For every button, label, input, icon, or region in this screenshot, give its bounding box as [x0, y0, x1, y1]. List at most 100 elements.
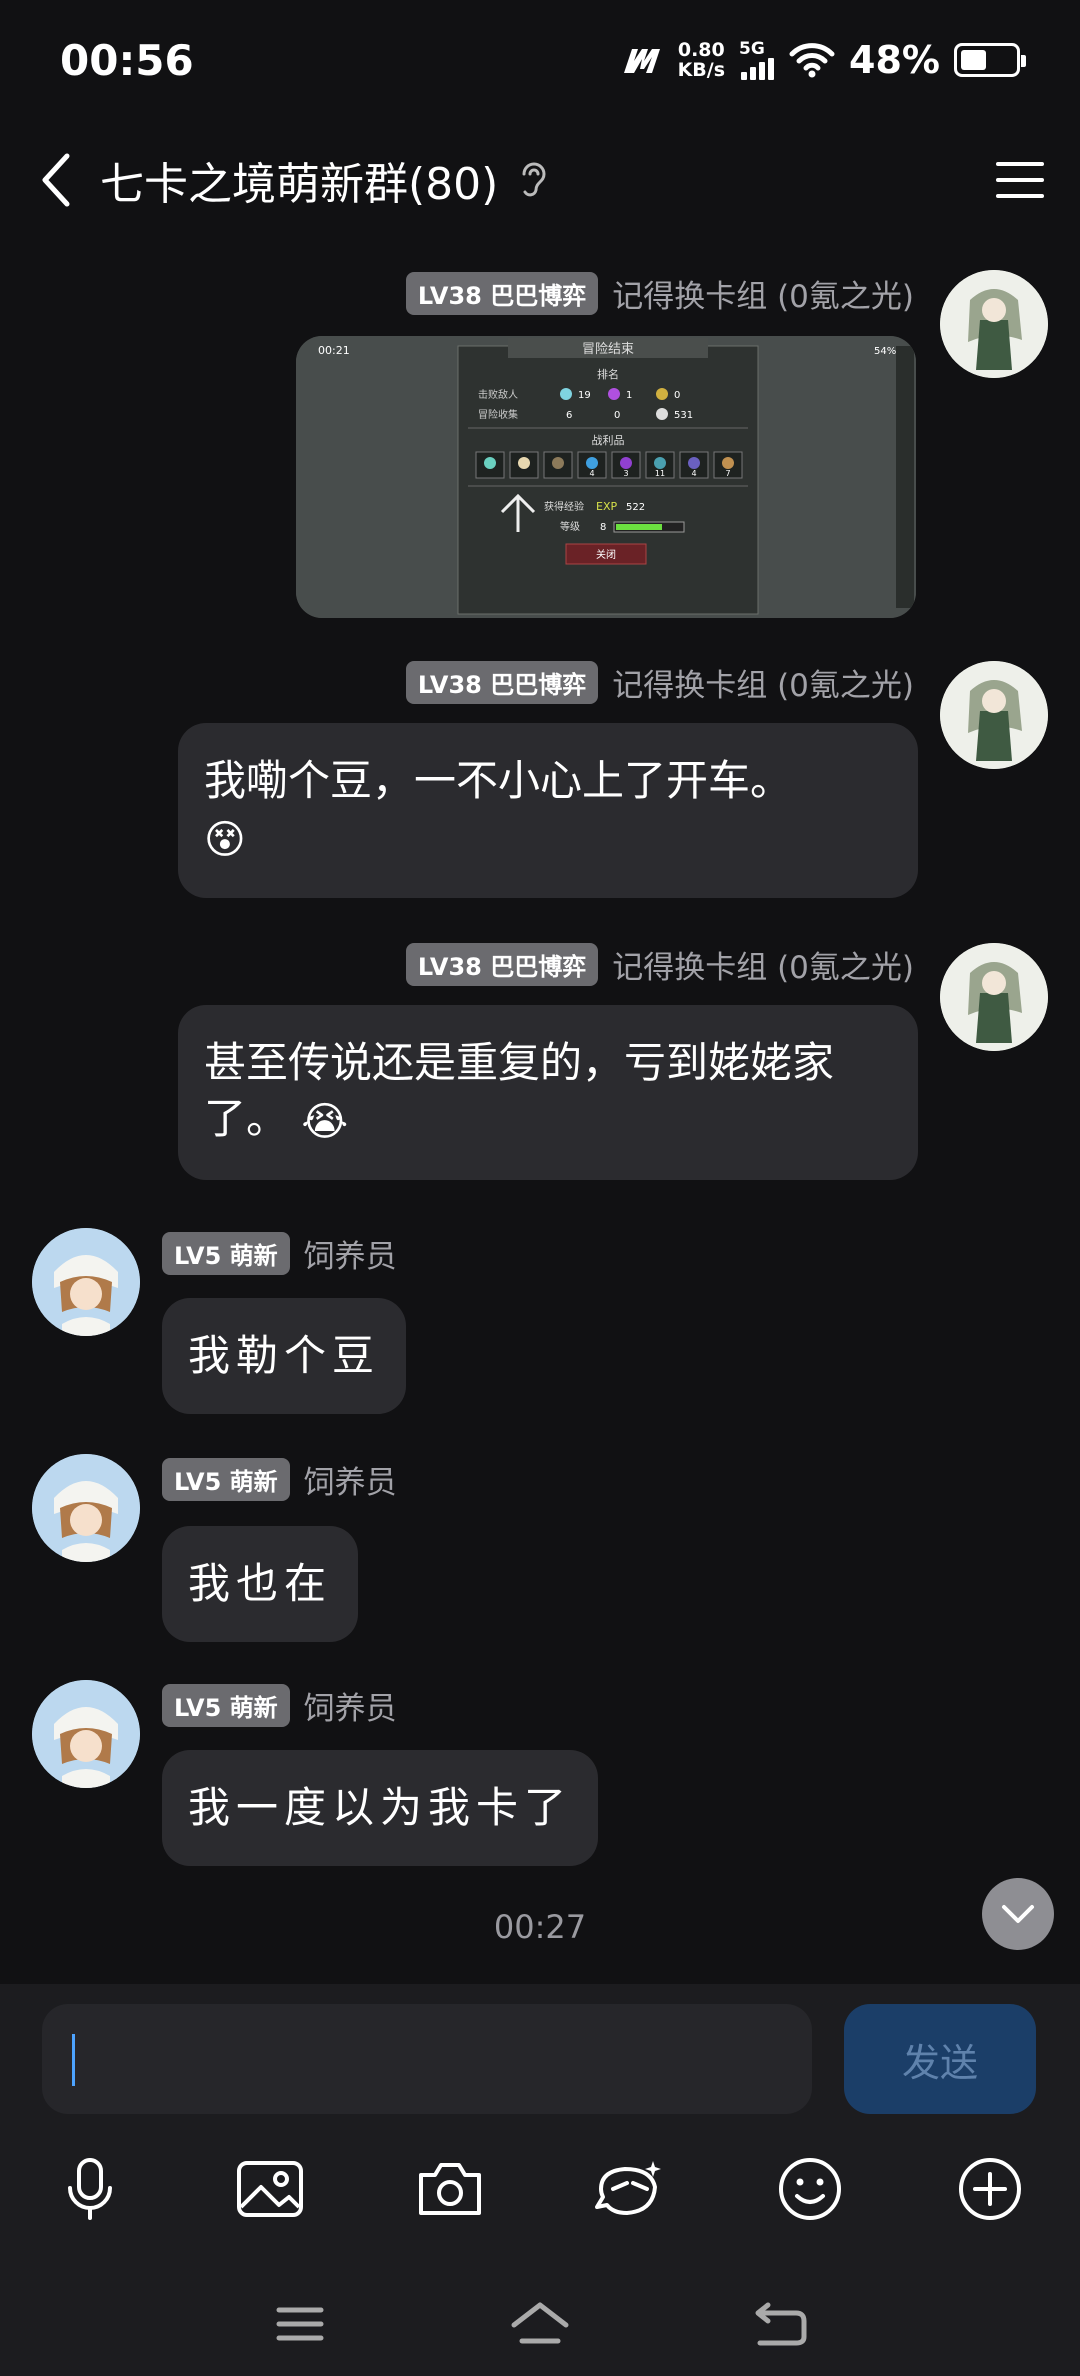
system-navbar	[0, 2274, 1080, 2374]
battery-fill	[961, 50, 986, 70]
sender-name[interactable]: 记得换卡组 (0氪之光)	[612, 660, 914, 705]
chat-title[interactable]: 七卡之境萌新群(80)	[100, 148, 498, 212]
back-icon[interactable]	[745, 2294, 815, 2354]
svg-text:获得经验: 获得经验	[544, 500, 584, 513]
message-bubble[interactable]: 我嘞个豆，一不小心上了开车。 😵	[178, 723, 918, 898]
scroll-to-bottom-button[interactable]	[982, 1878, 1054, 1950]
dizzy-face-icon: 😵	[204, 816, 246, 863]
chevron-left-icon	[42, 153, 70, 207]
img-loot-label: 战利品	[592, 434, 625, 447]
avatar[interactable]	[32, 1454, 140, 1562]
carrier-logo-icon	[623, 49, 660, 73]
avatar[interactable]	[32, 1228, 140, 1336]
message-bubble[interactable]: 我也在	[162, 1526, 359, 1642]
img-collect-label: 冒险收集	[478, 408, 518, 421]
message-text: 我勒个豆	[188, 1331, 381, 1380]
img-time: 00:21	[318, 344, 350, 357]
loot-item-icon	[620, 457, 632, 469]
network-type: 5G	[739, 38, 765, 59]
sender-name[interactable]: 饲养员	[304, 1231, 397, 1276]
battery-icon	[954, 43, 1026, 77]
composer: 发送	[0, 1984, 1080, 2376]
loot-item-icon	[586, 457, 598, 469]
svg-text:6: 6	[566, 410, 572, 421]
message-bubble[interactable]: 甚至传说还是重复的，亏到姥姥家了。 😭	[178, 1005, 918, 1180]
svg-text:EXP: EXP	[596, 500, 617, 513]
text-caret	[72, 2034, 75, 2086]
image-icon[interactable]	[225, 2144, 315, 2234]
img-kill-label: 击败敌人	[478, 388, 518, 401]
message-list[interactable]: LV38 巴巴博弈 记得换卡组 (0氪之光) 00:21 54% 冒险结束 排名	[0, 260, 1080, 1980]
screenshot-image[interactable]: 00:21 54% 冒险结束 排名 击败敌人 冒险收集 19 1 0 6 0 5…	[296, 336, 916, 618]
microphone-icon[interactable]	[45, 2144, 135, 2234]
svg-text:1: 1	[626, 390, 632, 401]
loot-count: 11	[655, 469, 665, 478]
level-badge: LV38 巴巴博弈	[405, 942, 599, 986]
avatar[interactable]	[940, 943, 1048, 1051]
message-input[interactable]	[42, 2004, 812, 2114]
svg-text:522: 522	[626, 502, 645, 513]
group-menu-button[interactable]	[990, 150, 1050, 210]
svg-text:531: 531	[674, 410, 693, 421]
message-meta: LV38 巴巴博弈 记得换卡组 (0氪之光)	[405, 271, 914, 316]
level-badge: LV38 巴巴博弈	[405, 271, 599, 315]
menu-icon[interactable]	[265, 2294, 335, 2354]
img-battery: 54%	[874, 346, 896, 357]
level-badge: LV38 巴巴博弈	[405, 660, 599, 704]
message-meta: LV5 萌新 饲养员	[162, 1231, 397, 1276]
level-badge: LV5 萌新	[162, 1231, 290, 1275]
timestamp: 00:27	[493, 1908, 587, 1946]
sender-name[interactable]: 饲养员	[304, 1683, 397, 1728]
send-button[interactable]: 发送	[844, 2004, 1036, 2114]
avatar[interactable]	[940, 270, 1048, 378]
img-rank-label: 排名	[597, 367, 619, 381]
message-bubble[interactable]: 我一度以为我卡了	[162, 1750, 599, 1866]
level-badge: LV5 萌新	[162, 1457, 290, 1501]
message-bubble[interactable]: 我勒个豆	[162, 1298, 407, 1414]
sticker-icon[interactable]	[585, 2144, 675, 2234]
message-text: 我也在	[188, 1559, 333, 1608]
composer-toolbar	[0, 2144, 1080, 2254]
svg-text:关闭: 关闭	[596, 548, 616, 561]
emoji-icon[interactable]	[765, 2144, 855, 2234]
chat-header: 七卡之境萌新群(80)	[0, 130, 1080, 230]
avatar[interactable]	[940, 661, 1048, 769]
message-meta: LV38 巴巴博弈 记得换卡组 (0氪之光)	[405, 942, 914, 987]
message-text: 我嘞个豆，一不小心上了开车。	[204, 756, 793, 805]
camera-icon[interactable]	[405, 2144, 495, 2234]
img-title: 冒险结束	[582, 342, 634, 357]
back-button[interactable]	[30, 150, 80, 210]
svg-text:0: 0	[614, 410, 620, 421]
message-text: 我一度以为我卡了	[188, 1783, 573, 1832]
signal-icon: 5G	[739, 38, 775, 80]
message-text: 甚至传说还是重复的，亏到姥姥家了。	[204, 1038, 835, 1143]
message-meta: LV38 巴巴博弈 记得换卡组 (0氪之光)	[405, 660, 914, 705]
sender-name[interactable]: 饲养员	[304, 1457, 397, 1502]
loot-count: 7	[725, 469, 730, 478]
loot-count: 4	[589, 469, 594, 478]
crying-face-icon: 😭	[301, 1098, 349, 1145]
svg-text:19: 19	[578, 390, 591, 401]
wifi-icon	[789, 43, 835, 78]
status-indicators: 0.80 KB/s 5G 48%	[620, 38, 1026, 82]
svg-text:0: 0	[674, 390, 680, 401]
plus-icon[interactable]	[945, 2144, 1035, 2234]
svg-text:等级: 等级	[560, 520, 580, 533]
chevron-down-icon	[1002, 1905, 1034, 1923]
avatar[interactable]	[32, 1680, 140, 1788]
ear-icon[interactable]	[516, 158, 550, 202]
status-bar: 00:56 0.80 KB/s 5G 48%	[0, 0, 1080, 120]
sender-name[interactable]: 记得换卡组 (0氪之光)	[612, 942, 914, 987]
home-icon[interactable]	[505, 2294, 575, 2354]
network-speed: 0.80 KB/s	[678, 40, 725, 80]
loot-item-icon	[484, 457, 496, 469]
svg-text:8: 8	[600, 522, 606, 533]
loot-item-icon	[552, 457, 564, 469]
loot-item-icon	[654, 457, 666, 469]
sender-name[interactable]: 记得换卡组 (0氪之光)	[612, 271, 914, 316]
loot-item-icon	[722, 457, 734, 469]
loot-count: 4	[691, 469, 696, 478]
battery-percent: 48%	[849, 38, 940, 82]
message-meta: LV5 萌新 饲养员	[162, 1683, 397, 1728]
status-time: 00:56	[60, 35, 194, 85]
